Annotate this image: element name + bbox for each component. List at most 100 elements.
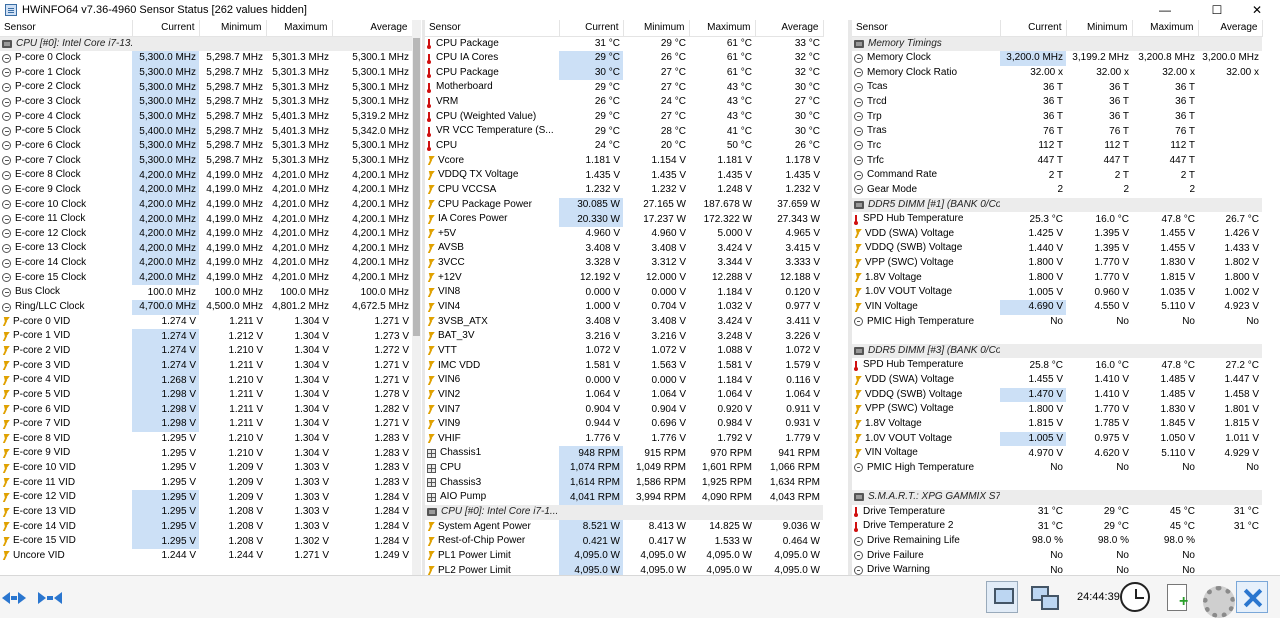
table-row[interactable]: Bus Clock 100.0 MHz 100.0 MHz 100.0 MHz 100.… xyxy=(0,285,412,300)
network-icon[interactable] xyxy=(1028,581,1060,613)
collapse-left-button[interactable] xyxy=(2,590,26,606)
sensor-group-row[interactable]: Memory Timings xyxy=(852,36,1262,52)
table-row[interactable]: E-core 8 Clock 4,200.0 MHz 4,199.0 MHz 4,20… xyxy=(0,168,412,183)
gear-icon[interactable] xyxy=(1198,581,1235,618)
close-window-button[interactable]: ✕ xyxy=(1234,0,1280,20)
table-row[interactable]: Motherboard 29 °C 27 °C 43 °C 30 °C xyxy=(425,80,823,95)
table-row[interactable]: P-core 6 Clock 5,300.0 MHz 5,298.7 MHz 5,30… xyxy=(0,138,412,154)
column-header[interactable]: Sensor xyxy=(425,20,560,37)
table-row[interactable]: P-core 2 VID 1.274 V 1.210 V 1.304 V 1.272 V xyxy=(0,343,412,359)
table-row[interactable]: PL2 Power Limit 4,095.0 W 4,095.0 W 4,095.0… xyxy=(425,563,823,575)
table-row[interactable]: System Agent Power 8.521 W 8.413 W 14.825 W… xyxy=(425,519,823,535)
table-row[interactable]: CPU 1,074 RPM 1,049 RPM 1,601 RPM 1,066 RPM xyxy=(425,461,823,476)
table-row[interactable]: 1.0V VOUT Voltage 1.005 V 0.960 V 1.035 V 1.… xyxy=(852,285,1262,300)
table-row[interactable]: E-core 15 VID 1.295 V 1.208 V 1.302 V 1.284 … xyxy=(0,534,412,549)
table-row[interactable]: CPU VCCSA 1.232 V 1.232 V 1.248 V 1.232 V xyxy=(425,183,823,198)
sensor-group-row[interactable]: CPU [#0]: Intel Core i7-13... xyxy=(0,36,412,52)
table-row[interactable]: CPU Package Power 30.085 W 27.165 W 187.678… xyxy=(425,197,823,213)
sensor-group-row[interactable]: DDR5 DIMM [#3] (BANK 0/Co... xyxy=(852,343,1262,359)
table-row[interactable]: IMC VDD 1.581 V 1.563 V 1.581 V 1.579 V xyxy=(425,359,823,374)
table-row[interactable]: P-core 7 VID 1.298 V 1.211 V 1.304 V 1.271 V xyxy=(0,417,412,432)
table-row[interactable]: P-core 6 VID 1.298 V 1.211 V 1.304 V 1.282 V xyxy=(0,402,412,418)
table-row[interactable]: VIN Voltage 4.970 V 4.620 V 5.110 V 4.929 V xyxy=(852,446,1262,461)
table-row[interactable]: PMIC High Temperature No No No No xyxy=(852,461,1262,476)
table-row[interactable]: +5V 4.960 V 4.960 V 5.000 V 4.965 V xyxy=(425,227,823,242)
table-row[interactable]: E-core 10 VID 1.295 V 1.209 V 1.303 V 1.283 … xyxy=(0,461,412,476)
table-row[interactable]: E-core 11 VID 1.295 V 1.209 V 1.303 V 1.283 … xyxy=(0,476,412,491)
scrollbar-thumb[interactable] xyxy=(413,38,420,336)
table-row[interactable]: P-core 3 Clock 5,300.0 MHz 5,298.7 MHz 5,30… xyxy=(0,95,412,110)
table-row[interactable]: VIN8 0.000 V 0.000 V 1.184 V 0.120 V xyxy=(425,285,823,300)
table-row[interactable]: E-core 12 Clock 4,200.0 MHz 4,199.0 MHz 4,2… xyxy=(0,226,412,242)
table-row[interactable]: SPD Hub Temperature 25.3 °C 16.0 °C 47.8 °C… xyxy=(852,212,1262,227)
table-row[interactable]: P-core 7 Clock 5,300.0 MHz 5,298.7 MHz 5,30… xyxy=(0,153,412,169)
reset-timer-icon[interactable] xyxy=(1120,582,1150,612)
table-row[interactable]: Gear Mode 2 2 2 xyxy=(852,183,1262,198)
table-row[interactable]: VIN Voltage 4.690 V 4.550 V 5.110 V 4.923 V xyxy=(852,300,1262,315)
table-row[interactable]: VR VCC Temperature (S... 29 °C 28 °C 41 °C 3… xyxy=(425,124,823,139)
table-row[interactable]: P-core 0 VID 1.274 V 1.211 V 1.304 V 1.271 V xyxy=(0,315,412,330)
column-header[interactable]: Current xyxy=(132,20,200,37)
table-row[interactable]: E-core 14 VID 1.295 V 1.208 V 1.303 V 1.284 … xyxy=(0,519,412,535)
table-row[interactable]: PMIC High Temperature No No No No xyxy=(852,315,1262,330)
table-row[interactable]: Drive Remaining Life 98.0 % 98.0 % 98.0 % xyxy=(852,534,1262,549)
table-row[interactable]: Trp 36 T 36 T 36 T xyxy=(852,110,1262,125)
table-row[interactable]: VDDQ (SWB) Voltage 1.440 V 1.395 V 1.455 V 1… xyxy=(852,241,1262,256)
sensor-group-row[interactable]: CPU [#0]: Intel Core i7-1... xyxy=(425,505,823,520)
column-header[interactable]: Sensor xyxy=(852,20,1001,37)
column-header[interactable]: Average xyxy=(1198,20,1263,37)
table-row[interactable]: Command Rate 2 T 2 T 2 T xyxy=(852,168,1262,183)
table-row[interactable]: Drive Temperature 31 °C 29 °C 45 °C 31 °C xyxy=(852,505,1262,520)
table-row[interactable]: VDD (SWA) Voltage 1.455 V 1.410 V 1.485 V 1.… xyxy=(852,373,1262,388)
table-row[interactable]: Rest-of-Chip Power 0.421 W 0.417 W 1.533 W 0… xyxy=(425,534,823,549)
table-row[interactable]: 1.8V Voltage 1.815 V 1.785 V 1.845 V 1.815 V xyxy=(852,417,1262,432)
table-row[interactable]: VHIF 1.776 V 1.776 V 1.792 V 1.779 V xyxy=(425,432,823,447)
table-row[interactable]: CPU 24 °C 20 °C 50 °C 26 °C xyxy=(425,139,823,154)
table-row[interactable]: Chassis1 948 RPM 915 RPM 970 RPM 941 RPM xyxy=(425,446,823,462)
table-row[interactable]: 1.0V VOUT Voltage 1.005 V 0.975 V 1.050 V 1.… xyxy=(852,431,1262,447)
table-row[interactable]: AVSB 3.408 V 3.408 V 3.424 V 3.415 V xyxy=(425,241,823,256)
table-row[interactable]: SPD Hub Temperature 25.8 °C 16.0 °C 47.8 °C… xyxy=(852,358,1262,373)
table-row[interactable]: VDD (SWA) Voltage 1.425 V 1.395 V 1.455 V 1.… xyxy=(852,227,1262,242)
table-row[interactable]: CPU (Weighted Value) 29 °C 27 °C 43 °C 30 °C xyxy=(425,110,823,125)
column-header[interactable]: Maximum xyxy=(689,20,756,37)
table-row[interactable]: AIO Pump 4,041 RPM 3,994 RPM 4,090 RPM 4,043… xyxy=(425,490,823,505)
column-header[interactable]: Current xyxy=(1000,20,1067,37)
sensor-panel-3[interactable]: Sensor Current Minimum Maximum Average Memor… xyxy=(852,20,1280,575)
minimize-button[interactable]: — xyxy=(1142,0,1188,20)
table-row[interactable]: E-core 11 Clock 4,200.0 MHz 4,199.0 MHz 4,2… xyxy=(0,212,412,227)
table-row[interactable]: Memory Clock Ratio 32.00 x 32.00 x 32.00 x 3… xyxy=(852,66,1262,81)
table-row[interactable]: E-core 9 VID 1.295 V 1.210 V 1.304 V 1.283 V xyxy=(0,446,412,461)
table-row[interactable]: Chassis3 1,614 RPM 1,586 RPM 1,925 RPM 1,634… xyxy=(425,475,823,491)
table-row[interactable]: 1.8V Voltage 1.800 V 1.770 V 1.815 V 1.800 V xyxy=(852,271,1262,286)
table-row[interactable]: 3VCC 3.328 V 3.312 V 3.344 V 3.333 V xyxy=(425,256,823,271)
table-row[interactable]: Ring/LLC Clock 4,700.0 MHz 4,500.0 MHz 4,80… xyxy=(0,300,412,315)
table-row[interactable]: BAT_3V 3.216 V 3.216 V 3.248 V 3.226 V xyxy=(425,329,823,344)
table-row[interactable]: E-core 15 Clock 4,200.0 MHz 4,199.0 MHz 4,2… xyxy=(0,270,412,286)
table-row[interactable]: Trcd 36 T 36 T 36 T xyxy=(852,95,1262,110)
table-row[interactable]: VDDQ (SWB) Voltage 1.470 V 1.410 V 1.485 V 1… xyxy=(852,387,1262,403)
table-row[interactable]: Trc 112 T 112 T 112 T xyxy=(852,139,1262,154)
logging-start-icon[interactable] xyxy=(1162,581,1194,613)
table-row[interactable]: VIN4 1.000 V 0.704 V 1.032 V 0.977 V xyxy=(425,300,823,315)
table-row[interactable]: P-core 4 VID 1.268 V 1.210 V 1.304 V 1.271 V xyxy=(0,373,412,388)
column-header[interactable]: Maximum xyxy=(266,20,333,37)
table-row[interactable]: Uncore VID 1.244 V 1.244 V 1.271 V 1.249 V xyxy=(0,549,412,564)
column-header[interactable]: Minimum xyxy=(623,20,690,37)
table-row[interactable]: Drive Warning No No No xyxy=(852,563,1262,575)
table-row[interactable]: IA Cores Power 20.330 W 17.237 W 172.322 W 2… xyxy=(425,212,823,227)
table-row[interactable]: CPU Package 30 °C 27 °C 61 °C 32 °C xyxy=(425,65,823,81)
table-row[interactable]: CPU Package 31 °C 29 °C 61 °C 33 °C xyxy=(425,36,823,51)
table-row[interactable]: VRM 26 °C 24 °C 43 °C 27 °C xyxy=(425,95,823,110)
table-row[interactable]: VPP (SWC) Voltage 1.800 V 1.770 V 1.830 V 1.… xyxy=(852,402,1262,417)
sensor-group-row[interactable]: DDR5 DIMM [#1] (BANK 0/Co... xyxy=(852,197,1262,213)
table-row[interactable]: P-core 1 Clock 5,300.0 MHz 5,298.7 MHz 5,30… xyxy=(0,65,412,81)
close-icon[interactable] xyxy=(1236,581,1268,613)
column-header[interactable]: Current xyxy=(559,20,624,37)
table-row[interactable]: VPP (SWC) Voltage 1.800 V 1.770 V 1.830 V 1.… xyxy=(852,256,1262,271)
table-row[interactable]: P-core 5 Clock 5,400.0 MHz 5,298.7 MHz 5,40… xyxy=(0,124,412,139)
table-row[interactable]: Memory Clock 3,200.0 MHz 3,199.2 MHz 3,200.… xyxy=(852,51,1262,66)
table-row[interactable]: Drive Failure No No No xyxy=(852,549,1262,564)
table-row[interactable]: E-core 14 Clock 4,200.0 MHz 4,199.0 MHz 4,2… xyxy=(0,256,412,271)
table-row[interactable]: VIN9 0.944 V 0.696 V 0.984 V 0.931 V xyxy=(425,417,823,432)
